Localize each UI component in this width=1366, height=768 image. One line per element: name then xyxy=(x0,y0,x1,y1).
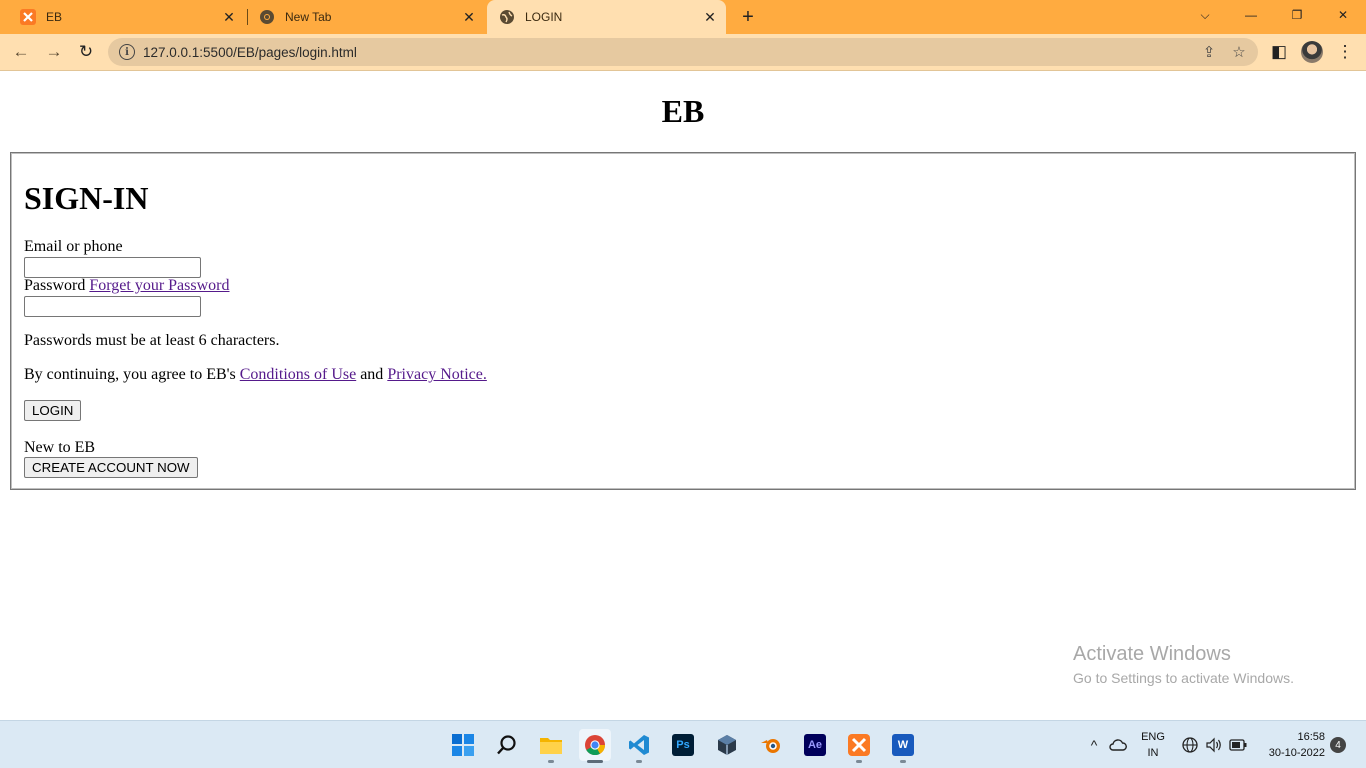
privacy-notice-link[interactable]: Privacy Notice. xyxy=(387,366,487,383)
running-indicator xyxy=(587,760,603,763)
terms-and: and xyxy=(360,366,384,383)
taskbar-photoshop[interactable]: Ps xyxy=(667,729,699,761)
tab-search-icon[interactable]: ⌵ xyxy=(1182,0,1228,30)
close-tab-icon[interactable]: ✕ xyxy=(217,5,241,29)
back-icon[interactable]: ← xyxy=(8,39,34,65)
xampp-icon xyxy=(848,734,870,756)
new-tab-button[interactable]: + xyxy=(736,5,760,29)
close-window-icon[interactable]: ✕ xyxy=(1320,0,1366,30)
activate-windows-watermark: Activate Windows Go to Settings to activ… xyxy=(1073,643,1294,686)
login-button[interactable]: LOGIN xyxy=(24,400,82,421)
side-panel-icon[interactable]: ◧ xyxy=(1266,39,1292,65)
virtualbox-icon xyxy=(718,735,736,755)
language-indicator[interactable]: ENG IN xyxy=(1136,721,1170,768)
terms-prefix: By continuing, you agree to EB's xyxy=(24,366,236,383)
menu-kebab-icon[interactable]: ⋮ xyxy=(1332,39,1358,65)
running-indicator xyxy=(548,760,554,763)
clock-date: 30-10-2022 xyxy=(1268,747,1325,759)
browser-toolbar: ← → ↻ i 127.0.0.1:5500/EB/pages/login.ht… xyxy=(0,34,1366,71)
word-icon: W xyxy=(892,734,914,756)
windows-logo-icon xyxy=(452,734,474,756)
page-viewport: EB SIGN-IN Email or phone Password Forge… xyxy=(0,71,1366,720)
url-text[interactable]: 127.0.0.1:5500/EB/pages/login.html xyxy=(143,45,1194,60)
tab-title: New Tab xyxy=(285,10,332,24)
address-bar[interactable]: i 127.0.0.1:5500/EB/pages/login.html ⇪ ☆ xyxy=(108,38,1258,66)
network-globe-icon[interactable] xyxy=(1180,735,1200,755)
site-title: EB xyxy=(661,93,705,129)
taskbar-after-effects[interactable]: Ae xyxy=(799,729,831,761)
taskbar-search-button[interactable] xyxy=(491,729,523,761)
password-label: Password xyxy=(24,277,86,294)
password-row: Password Forget your Password xyxy=(24,277,230,295)
tray-overflow-chevron-icon[interactable]: ^ xyxy=(1084,735,1104,755)
blender-icon xyxy=(761,739,780,753)
tab-title: EB xyxy=(46,10,63,24)
vscode-icon xyxy=(629,735,649,755)
email-input[interactable] xyxy=(24,257,201,278)
forgot-password-link[interactable]: Forget your Password xyxy=(89,277,229,294)
taskbar-virtualbox[interactable] xyxy=(711,729,743,761)
reload-icon[interactable]: ↻ xyxy=(73,39,99,65)
watermark-title: Activate Windows xyxy=(1073,643,1231,665)
taskbar-vscode[interactable] xyxy=(623,729,655,763)
battery-charging-icon[interactable] xyxy=(1228,735,1248,755)
bookmark-star-icon[interactable]: ☆ xyxy=(1224,39,1254,65)
chrome-favicon-icon xyxy=(259,9,275,25)
chrome-icon xyxy=(585,735,606,756)
taskbar-word[interactable]: W xyxy=(887,729,919,763)
tab-eb[interactable]: EB ✕ xyxy=(0,0,245,34)
region-code: IN xyxy=(1147,747,1159,759)
browser-tabstrip: EB ✕ New Tab ✕ LOGIN ✕ + ⌵ — ❐ ✕ xyxy=(0,0,1366,34)
restore-icon[interactable]: ❐ xyxy=(1274,0,1320,30)
taskbar-blender[interactable] xyxy=(755,729,787,761)
password-input[interactable] xyxy=(24,296,201,317)
close-tab-icon[interactable]: ✕ xyxy=(457,5,481,29)
tab-login[interactable]: LOGIN ✕ xyxy=(487,0,726,34)
folder-icon xyxy=(540,738,562,754)
start-button[interactable] xyxy=(447,729,479,761)
language-code: ENG xyxy=(1141,731,1165,743)
new-user-text: New to EB xyxy=(24,439,96,456)
close-tab-icon[interactable]: ✕ xyxy=(698,5,722,29)
share-icon[interactable]: ⇪ xyxy=(1194,39,1224,65)
password-hint: Passwords must be at least 6 characters. xyxy=(24,332,280,349)
email-label: Email or phone xyxy=(24,238,123,255)
terms-text: By continuing, you agree to EB's Conditi… xyxy=(24,366,487,384)
running-indicator xyxy=(636,760,642,763)
minimize-icon[interactable]: — xyxy=(1228,0,1274,30)
clock-time: 16:58 xyxy=(1297,731,1325,743)
search-icon xyxy=(497,735,516,755)
photoshop-icon: Ps xyxy=(672,734,694,756)
forward-icon[interactable]: → xyxy=(41,39,67,65)
clock[interactable]: 16:58 30-10-2022 xyxy=(1256,721,1328,768)
watermark-subtitle: Go to Settings to activate Windows. xyxy=(1073,670,1294,686)
tab-title: LOGIN xyxy=(525,10,563,24)
notification-count-badge[interactable]: 4 xyxy=(1330,737,1346,753)
volume-icon[interactable] xyxy=(1204,735,1224,755)
after-effects-icon: Ae xyxy=(804,734,826,756)
profile-avatar[interactable] xyxy=(1301,41,1323,63)
taskbar-chrome[interactable] xyxy=(579,729,611,763)
onedrive-sync-icon[interactable] xyxy=(1108,735,1128,755)
create-account-button[interactable]: CREATE ACCOUNT NOW xyxy=(24,457,198,478)
globe-favicon-icon xyxy=(499,9,515,25)
tab-new-tab[interactable]: New Tab ✕ xyxy=(239,0,485,34)
windows-taskbar: Ps Ae W ^ ENG IN 16:58 30-10-2022 4 xyxy=(0,720,1366,768)
running-indicator xyxy=(900,760,906,763)
taskbar-xampp[interactable] xyxy=(843,729,875,763)
signin-heading: SIGN-IN xyxy=(24,180,149,216)
site-info-icon[interactable]: i xyxy=(119,44,135,60)
taskbar-file-explorer[interactable] xyxy=(535,729,567,763)
conditions-of-use-link[interactable]: Conditions of Use xyxy=(240,366,356,383)
login-form-box: SIGN-IN Email or phone Password Forget y… xyxy=(10,152,1356,490)
running-indicator xyxy=(856,760,862,763)
xampp-favicon-icon xyxy=(20,9,36,25)
